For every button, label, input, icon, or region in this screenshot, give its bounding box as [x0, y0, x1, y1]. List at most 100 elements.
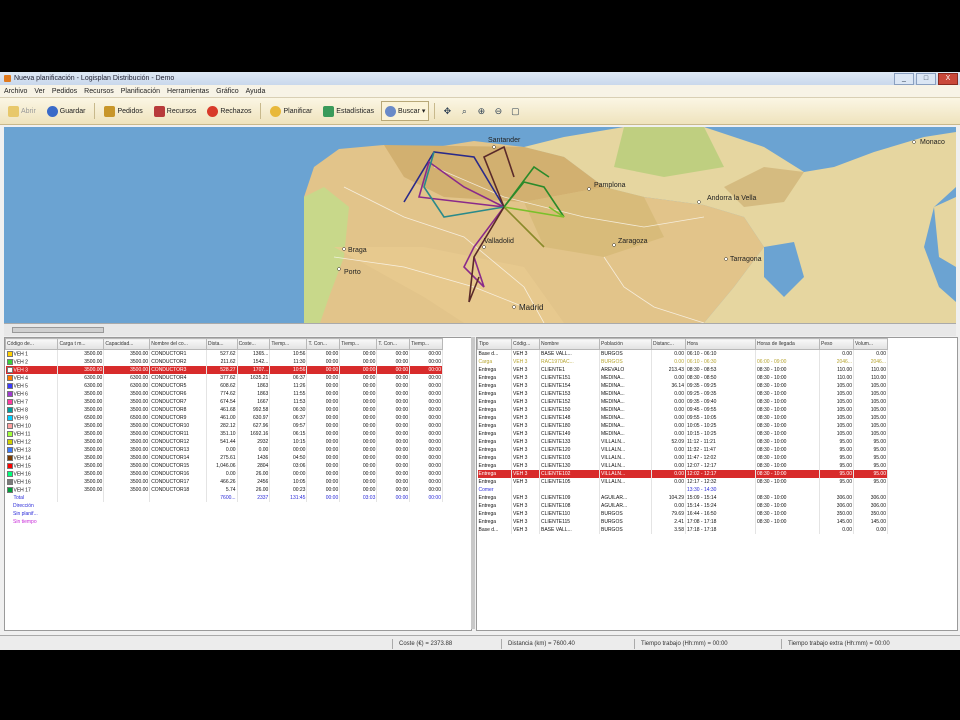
menu-planificacion[interactable]: Planificación	[121, 88, 160, 95]
column-header[interactable]: Población	[599, 338, 652, 350]
vehicle-row[interactable]: VEH 10 3500.00 3500.00 CONDUCTOR10 282.12 627…	[5, 422, 443, 430]
column-header[interactable]: Hora	[685, 338, 756, 350]
table-cell: 3500.00	[103, 462, 151, 470]
vehicle-row[interactable]: VEH 11 3500.00 3500.00 CONDUCTOR11 351.10 169…	[5, 430, 443, 438]
column-header[interactable]: Peso	[819, 338, 854, 350]
planificar-button[interactable]: Planificar	[266, 101, 316, 121]
summary-sin-tiempo[interactable]: Sin tiempo	[13, 518, 471, 526]
column-header[interactable]: Código de...	[5, 338, 59, 350]
summary-sin-planificar[interactable]: Sin planif...	[13, 510, 471, 518]
zoom-in-icon[interactable]: ⊕	[474, 104, 488, 118]
route-stop-row[interactable]: Entrega VEH 3 CLIENTE109 AGUILAR... 104.29 15…	[477, 494, 888, 502]
column-header[interactable]: T. Con...	[376, 338, 411, 350]
column-header[interactable]: Nombre del co...	[149, 338, 207, 350]
column-header[interactable]: T. Con...	[306, 338, 341, 350]
vehicle-row[interactable]: VEH 14 3500.00 3500.00 CONDUCTOR14 275.61 143…	[5, 454, 443, 462]
column-header[interactable]: Horas de llegada	[755, 338, 820, 350]
column-header[interactable]: Tipo	[477, 338, 512, 350]
column-header[interactable]: Carga t m...	[57, 338, 105, 350]
vehicle-row[interactable]: VEH 15 3500.00 3500.00 CONDUCTOR15 1,046.06 2…	[5, 462, 443, 470]
route-stop-row[interactable]: Entrega VEH 3 CLIENTE152 MEDINA... 0.00 09:35…	[477, 398, 888, 406]
toolbar-separator	[94, 103, 96, 119]
guardar-button[interactable]: Guardar	[43, 101, 90, 121]
route-stop-row[interactable]: Entrega VEH 3 CLIENTE1 AREVALO 213.43 08:30 -…	[477, 366, 888, 374]
column-header[interactable]: Dista...	[205, 338, 238, 350]
summary-direccion[interactable]: Dirección	[13, 502, 471, 510]
route-stop-row[interactable]: Entrega VEH 3 CLIENTE154 MEDINA... 36.14 09:3…	[477, 382, 888, 390]
route-stop-row[interactable]: Entrega VEH 3 CLIENTE120 VILLALN... 0.00 11:3…	[477, 446, 888, 454]
zoom-out-icon[interactable]: ⊖	[491, 104, 505, 118]
column-header[interactable]: Capacidad...	[103, 338, 151, 350]
vehicle-row[interactable]: VEH 12 3500.00 3500.00 CONDUCTOR12 541.44 293…	[5, 438, 443, 446]
column-header[interactable]: Códig...	[511, 338, 540, 350]
route-stop-row[interactable]: Entrega VEH 3 CLIENTE148 MEDINA... 0.00 09:55…	[477, 414, 888, 422]
route-stop-row[interactable]: Base d... VEH 3 BASE VALL... BURGOS 0.00 06:1…	[477, 349, 888, 358]
rechazos-button[interactable]: Rechazos	[203, 101, 255, 121]
vehicle-row[interactable]: VEH 16 3500.00 3500.00 CONDUCTOR16 0.00 26.00…	[5, 470, 443, 478]
menu-archivo[interactable]: Archivo	[4, 88, 27, 95]
menu-ver[interactable]: Ver	[34, 88, 45, 95]
table-cell: 306.00	[819, 502, 854, 510]
menu-ayuda[interactable]: Ayuda	[246, 88, 266, 95]
vehicle-row[interactable]: VEH 4 6300.00 6300.00 CONDUCTOR4 377.62 1635.…	[5, 374, 443, 382]
pan-icon[interactable]: ✥	[440, 104, 454, 118]
route-stop-row[interactable]: Entrega VEH 3 CLIENTE133 VILLALN... 52.09 11:…	[477, 438, 888, 446]
column-header[interactable]: Nombre	[539, 338, 600, 350]
vehicle-row[interactable]: VEH 7 3500.00 3500.00 CONDUCTOR7 674.54 1667 1…	[5, 398, 443, 406]
route-stop-row[interactable]: Entrega VEH 3 CLIENTE103 VILLALN... 0.00 11:4…	[477, 454, 888, 462]
map-view[interactable]: Santander Pamplona Andorra la Vella Zara…	[4, 127, 956, 323]
abrir-button[interactable]: Abrir	[4, 101, 40, 121]
route-stop-row[interactable]: Entrega VEH 3 CLIENTE153 MEDINA... 0.00 09:25…	[477, 390, 888, 398]
vehicle-row[interactable]: VEH 6 3500.00 3500.00 CONDUCTOR6 774.62 1863 1…	[5, 390, 443, 398]
route-stop-row[interactable]: Base d... VEH 3 BASE VALL... BURGOS 3.58 17:1…	[477, 526, 888, 534]
menu-recursos[interactable]: Recursos	[84, 88, 114, 95]
map-scale-bar[interactable]	[12, 327, 104, 333]
route-stop-row[interactable]: Entrega VEH 3 CLIENTE105 VILLALN... 0.00 12:1…	[477, 478, 888, 486]
estadisticas-button[interactable]: Estadísticas	[319, 101, 378, 121]
maximize-button[interactable]: □	[916, 73, 936, 85]
column-header[interactable]: Tiemp...	[409, 338, 443, 350]
route-stop-row[interactable]: Comer 13:30 - 14:30	[477, 486, 888, 494]
table-cell: 1,046.06	[206, 462, 238, 470]
route-stop-row[interactable]: Entrega VEH 3 CLIENTE102 VILLALN... 0.00 12:0…	[477, 470, 888, 478]
column-header[interactable]: Coste...	[236, 338, 271, 350]
table-cell: 104.29	[651, 494, 686, 502]
column-header[interactable]: Volum...	[853, 338, 888, 350]
table-cell: 461.00	[206, 414, 238, 422]
column-header[interactable]: Tiemp...	[339, 338, 378, 350]
menu-grafico[interactable]: Gráfico	[216, 88, 239, 95]
panel-splitter[interactable]	[471, 337, 475, 629]
route-stop-row[interactable]: Entrega VEH 3 CLIENTE110 BURGOS 79.69 16:44 -…	[477, 510, 888, 518]
menu-pedidos[interactable]: Pedidos	[52, 88, 77, 95]
route-stop-row[interactable]: Entrega VEH 3 CLIENTE130 VILLALN... 0.00 12:0…	[477, 462, 888, 470]
route-stop-row[interactable]: Entrega VEH 3 CLIENTE149 MEDINA... 0.00 10:15…	[477, 430, 888, 438]
table-cell: CLIENTE154	[539, 382, 600, 390]
vehicle-row[interactable]: VEH 16 3500.00 3500.00 CONDUCTOR17 466.26 245…	[5, 478, 443, 486]
table-cell: BURGOS	[599, 518, 652, 526]
route-stop-row[interactable]: Carga VEH 3 RAC1970AC... BURGOS 0.00 06:10 - …	[477, 358, 888, 366]
vehicle-row[interactable]: VEH 9 6500.00 6500.00 CONDUCTOR9 461.00 630.9…	[5, 414, 443, 422]
zoom-icon[interactable]: ⌕	[457, 104, 471, 118]
vehicle-row[interactable]: VEH 2 3500.00 3500.00 CONDUCTOR2 211.62 1542.…	[5, 358, 443, 366]
column-header[interactable]: Distanc...	[651, 338, 686, 350]
vehicle-row[interactable]: VEH 13 3500.00 3500.00 CONDUCTOR13 0.00 0.00 0…	[5, 446, 443, 454]
route-stop-row[interactable]: Entrega VEH 3 CLIENTE151 MEDINA... 0.00 08:30…	[477, 374, 888, 382]
recursos-button[interactable]: Recursos	[150, 101, 201, 121]
vehicle-row[interactable]: VEH 1 3500.00 3500.00 CONDUCTOR1 527.62 1365.…	[5, 349, 443, 358]
column-header[interactable]: Tiemp...	[269, 338, 308, 350]
vehicle-row[interactable]: VEH 17 3500.00 3500.00 CONDUCTOR18 5.74 26.00…	[5, 486, 443, 494]
buscar-button[interactable]: Buscar ▾	[381, 101, 430, 121]
close-button[interactable]: X	[938, 73, 958, 85]
zoom-extent-icon[interactable]: ▢	[508, 104, 522, 118]
vehicle-row[interactable]: VEH 5 6300.00 6300.00 CONDUCTOR5 608.62 1863 1…	[5, 382, 443, 390]
route-stop-row[interactable]: Entrega VEH 3 CLIENTE180 MEDINA... 0.00 10:05…	[477, 422, 888, 430]
table-cell: CONDUCTOR8	[149, 406, 207, 414]
vehicle-row[interactable]: VEH 8 3500.00 3500.00 CONDUCTOR8 461.68 992.5…	[5, 406, 443, 414]
vehicle-row[interactable]: VEH 3 3500.00 3500.00 CONDUCTOR3 528.27 1707.…	[5, 366, 443, 374]
menu-herramientas[interactable]: Herramientas	[167, 88, 209, 95]
route-stop-row[interactable]: Entrega VEH 3 CLIENTE150 MEDINA... 0.00 09:45…	[477, 406, 888, 414]
minimize-button[interactable]: _	[894, 73, 914, 85]
route-stop-row[interactable]: Entrega VEH 3 CLIENTE108 AGUILAR... 0.00 15:1…	[477, 502, 888, 510]
pedidos-button[interactable]: Pedidos	[100, 101, 146, 121]
route-stop-row[interactable]: Entrega VEH 3 CLIENTE115 BURGOS 2.41 17:08 - …	[477, 518, 888, 526]
